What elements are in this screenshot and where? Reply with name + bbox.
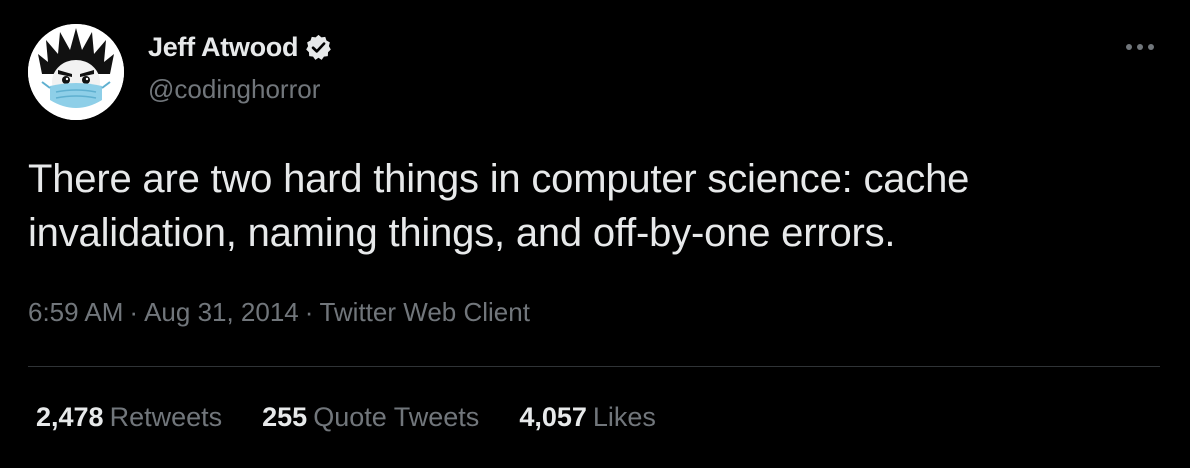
quote-tweets-label: Quote Tweets	[313, 402, 480, 432]
avatar-image	[28, 24, 124, 120]
likes-stat[interactable]: 4,057 Likes	[519, 402, 656, 433]
tweet-client[interactable]: Twitter Web Client	[319, 297, 529, 327]
meta-separator: ·	[129, 297, 139, 327]
tweet-text: There are two hard things in computer sc…	[28, 157, 970, 255]
quote-tweets-count: 255	[262, 402, 308, 432]
retweets-stat[interactable]: 2,478 Retweets	[36, 402, 222, 433]
likes-label: Likes	[592, 402, 656, 432]
more-options-icon	[1126, 44, 1154, 50]
likes-count: 4,057	[519, 402, 587, 432]
verified-badge-icon	[304, 33, 333, 62]
tweet-date[interactable]: Aug 31, 2014	[144, 297, 299, 327]
retweets-label: Retweets	[109, 402, 223, 432]
quote-tweets-stat[interactable]: 255 Quote Tweets	[262, 402, 479, 433]
tweet-meta: 6:59 AM · Aug 31, 2014 · Twitter Web Client	[28, 297, 530, 328]
tweet-card: Jeff Atwood @codinghorror There are two …	[0, 0, 1190, 468]
tweet-stats: 2,478 Retweets 255 Quote Tweets 4,057 Likes	[36, 402, 696, 433]
meta-separator: ·	[304, 297, 314, 327]
tweet-time[interactable]: 6:59 AM	[28, 297, 123, 327]
author-display-name[interactable]: Jeff Atwood	[148, 32, 298, 63]
retweets-count: 2,478	[36, 402, 104, 432]
avatar[interactable]	[28, 24, 124, 120]
more-options-button[interactable]	[1122, 32, 1158, 62]
divider	[28, 366, 1160, 367]
author-name-row[interactable]: Jeff Atwood	[148, 30, 333, 64]
author-handle[interactable]: @codinghorror	[148, 74, 320, 105]
